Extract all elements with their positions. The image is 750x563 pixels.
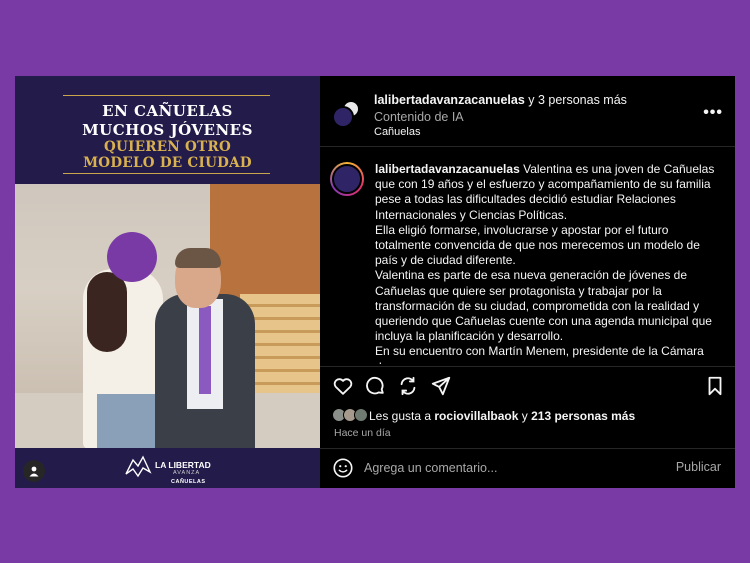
more-horizontal-icon[interactable]: ••• [703,104,723,122]
banner-line-2: MUCHOS JÓVENES [82,121,253,139]
heart-icon[interactable] [332,375,354,397]
image-footer: LA LIBERTAD AVANZA CAÑUELAS [15,448,320,488]
post-caption: lalibertadavanzacanuelas Valentina es un… [375,162,720,364]
likes-count[interactable]: 213 personas más [531,409,635,423]
post-image[interactable]: EN CAÑUELAS MUCHOS JÓVENES QUIEREN OTRO … [15,76,320,488]
banner-line-4: MODELO DE CIUDAD [83,155,252,171]
instagram-post-window: EN CAÑUELAS MUCHOS JÓVENES QUIEREN OTRO … [15,76,735,488]
man-hair [175,248,221,268]
man-tie [199,306,211,394]
post-sidebar: lalibertadavanzacanuelas y 3 personas má… [320,76,735,488]
caption-avatar[interactable] [330,162,364,196]
logo-city: CAÑUELAS [171,479,206,485]
post-authors[interactable]: lalibertadavanzacanuelas y 3 personas má… [374,93,627,107]
woman-jeans [97,394,157,448]
bookmark-icon[interactable] [704,375,726,397]
collab-avatars[interactable] [332,100,360,128]
avatar [332,106,354,128]
comment-bar: Publicar [320,448,735,488]
likes-middle: y [518,409,532,423]
likes-text[interactable]: Les gusta a rociovillalbaok y 213 person… [369,409,635,423]
likes-row: Les gusta a rociovillalbaok y 213 person… [332,408,732,426]
liker-avatar [354,408,368,422]
author-username[interactable]: lalibertadavanzacanuelas [374,93,525,107]
banner-divider-bottom [63,173,270,174]
banner-line-1: EN CAÑUELAS [102,102,233,120]
redacted-face-circle [107,232,157,282]
collaborators-text[interactable]: y 3 personas más [525,93,627,107]
liker-username[interactable]: rociovillalbaok [434,409,518,423]
publish-button[interactable]: Publicar [676,460,721,474]
comment-icon[interactable] [364,375,386,397]
post-timestamp[interactable]: Hace un día [334,427,391,439]
image-banner: EN CAÑUELAS MUCHOS JÓVENES QUIEREN OTRO … [15,76,320,184]
logo-subtitle: AVANZA [173,470,201,476]
photo [15,184,320,448]
caption-paragraph-3: Valentina es parte de esa nueva generaci… [375,268,712,344]
banner-line-3: QUIEREN OTRO [103,139,232,155]
action-bar [320,366,735,406]
likes-prefix: Les gusta a [369,409,435,423]
ai-content-label[interactable]: Contenido de IA [374,110,464,124]
lion-logo-icon [125,455,152,478]
caption-paragraph-4: En su encuentro con Martín Menem, presid… [375,344,704,364]
comment-input[interactable] [364,457,664,479]
emoji-icon[interactable] [332,457,354,479]
logo-title: LA LIBERTAD [155,460,211,470]
caption-paragraph-2: Ella eligió formarse, involucrarse y apo… [375,222,700,268]
share-icon[interactable] [397,375,419,397]
post-header: lalibertadavanzacanuelas y 3 personas má… [320,76,735,147]
tagged-users-button[interactable] [23,460,45,482]
caption-username[interactable]: lalibertadavanzacanuelas [375,162,520,176]
user-icon [29,466,39,477]
banner-divider-top [63,95,270,96]
location-link[interactable]: Cañuelas [374,126,420,138]
woman-hair [87,272,127,352]
send-icon[interactable] [430,375,452,397]
